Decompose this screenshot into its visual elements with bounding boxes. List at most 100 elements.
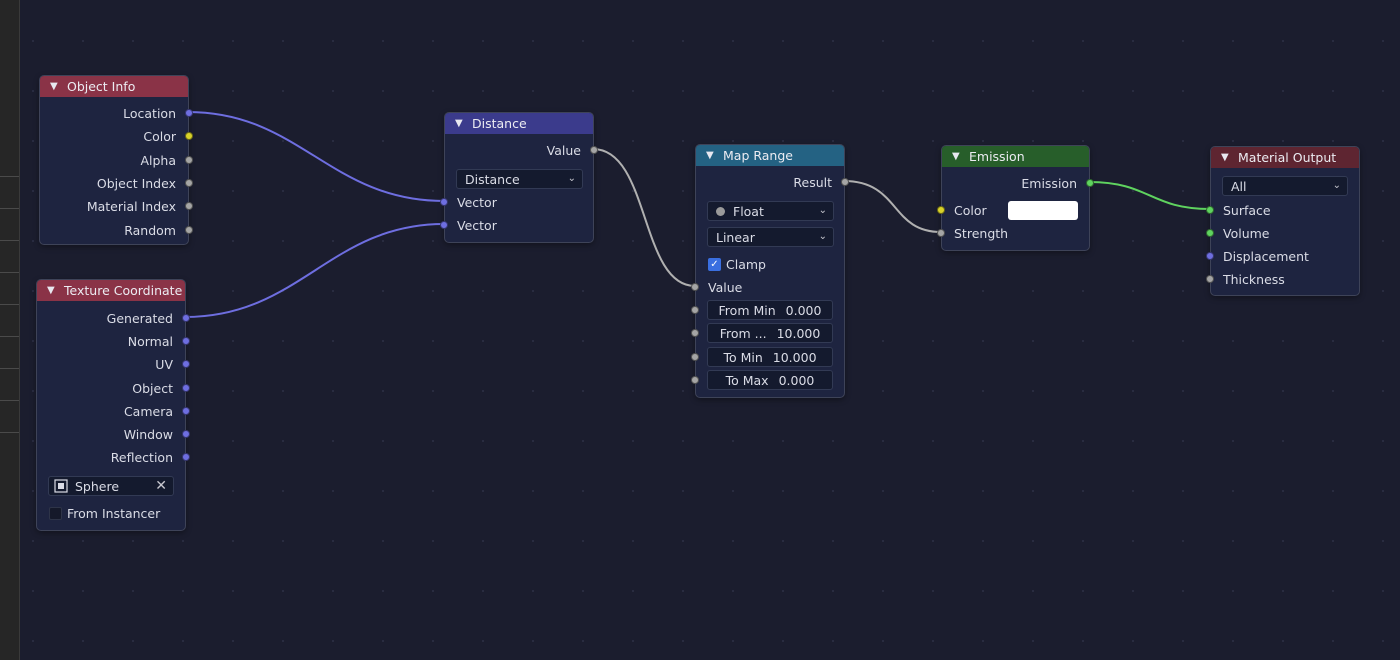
uv-socket[interactable] <box>182 360 190 368</box>
distance-node[interactable]: ▼ Distance Value Distance ⌄ Vector Vecto… <box>440 112 598 243</box>
chevron-down-icon: ⌄ <box>818 231 827 242</box>
from-max-socket[interactable] <box>691 329 699 337</box>
camera-socket[interactable] <box>182 407 190 415</box>
object-field-value: Sphere <box>75 478 120 494</box>
window-socket[interactable] <box>182 430 190 438</box>
socket-row-color: Color <box>40 126 193 146</box>
object-info-header[interactable]: ▼ Object Info <box>40 76 188 97</box>
chevron-down-icon[interactable]: ▼ <box>455 118 467 129</box>
emission-node[interactable]: ▼ Emission Emission Color Strength <box>937 145 1094 251</box>
generated-socket[interactable] <box>182 314 190 322</box>
check-icon[interactable]: ✓ <box>708 257 721 271</box>
socket-row-displacement: Displacement <box>1206 246 1359 266</box>
object-cube-icon <box>54 479 68 493</box>
reflection-socket[interactable] <box>182 453 190 461</box>
chevron-down-icon: ⌄ <box>1332 180 1341 191</box>
chevron-down-icon[interactable]: ▼ <box>47 285 59 296</box>
vector-b-socket[interactable] <box>440 221 448 229</box>
operation-dropdown[interactable]: Distance ⌄ <box>456 169 583 189</box>
strength-socket[interactable] <box>937 229 945 237</box>
socket-row-vector-b: Vector <box>440 215 593 235</box>
location-socket[interactable] <box>185 109 193 117</box>
socket-row-camera: Camera <box>37 401 190 421</box>
socket-row-uv: UV <box>37 354 190 374</box>
clamp-row[interactable]: ✓ Clamp <box>696 254 844 274</box>
socket-row-emission: Emission <box>942 173 1094 193</box>
socket-row-window: Window <box>37 424 190 444</box>
socket-row-normal: Normal <box>37 331 190 351</box>
texture-coordinate-node[interactable]: ▼ Texture Coordinate Generated Normal UV… <box>36 279 190 531</box>
link-emission-to-surface <box>1088 181 1211 210</box>
socket-row-generated: Generated <box>37 308 190 328</box>
socket-row-to-max: To Max 0.000 <box>691 370 844 390</box>
socket-row-volume: Volume <box>1206 223 1359 243</box>
chevron-down-icon[interactable]: ▼ <box>952 151 964 162</box>
target-dropdown[interactable]: All ⌄ <box>1222 176 1348 196</box>
value-socket[interactable] <box>590 146 598 154</box>
volume-socket[interactable] <box>1206 229 1214 237</box>
socket-row-value: Value <box>445 140 598 160</box>
material-output-node[interactable]: ▼ Material Output All ⌄ Surface Volume D… <box>1206 146 1360 296</box>
from-max-field[interactable]: From ... 10.000 <box>707 323 833 343</box>
chevron-down-icon: ⌄ <box>818 205 827 216</box>
from-instancer-checkbox[interactable] <box>49 506 62 520</box>
material-index-socket[interactable] <box>185 202 193 210</box>
color-socket[interactable] <box>185 132 193 140</box>
socket-row-result: Result <box>696 172 849 192</box>
chevron-down-icon: ⌄ <box>567 173 576 184</box>
to-min-socket[interactable] <box>691 353 699 361</box>
map-range-header[interactable]: ▼ Map Range <box>696 145 844 166</box>
material-output-header[interactable]: ▼ Material Output <box>1211 147 1359 168</box>
socket-row-surface: Surface <box>1206 200 1359 220</box>
socket-row-from-min: From Min 0.000 <box>691 300 844 320</box>
emission-output-socket[interactable] <box>1086 179 1094 187</box>
link-value-to-value <box>592 148 696 287</box>
socket-row-thickness: Thickness <box>1206 269 1359 289</box>
random-socket[interactable] <box>185 226 193 234</box>
map-range-node[interactable]: ▼ Map Range Result Float ⌄ Linear ⌄ ✓ Cl… <box>691 144 849 398</box>
from-min-socket[interactable] <box>691 306 699 314</box>
from-min-field[interactable]: From Min 0.000 <box>707 300 833 320</box>
close-icon[interactable]: ✕ <box>155 478 167 494</box>
result-socket[interactable] <box>841 178 849 186</box>
emission-header[interactable]: ▼ Emission <box>942 146 1089 167</box>
socket-row-material-index: Material Index <box>40 196 193 216</box>
texture-coordinate-header[interactable]: ▼ Texture Coordinate <box>37 280 185 301</box>
color-input-socket[interactable] <box>937 206 945 214</box>
socket-row-random: Random <box>40 220 193 240</box>
surface-socket[interactable] <box>1206 206 1214 214</box>
socket-row-from-max: From ... 10.000 <box>691 323 844 343</box>
value-input-socket[interactable] <box>691 283 699 291</box>
displacement-socket[interactable] <box>1206 252 1214 260</box>
distance-header[interactable]: ▼ Distance <box>445 113 593 134</box>
chevron-down-icon[interactable]: ▼ <box>706 150 718 161</box>
to-max-field[interactable]: To Max 0.000 <box>707 370 833 390</box>
node-title: Texture Coordinate <box>64 283 183 298</box>
color-swatch[interactable] <box>1008 201 1078 220</box>
object-field[interactable]: Sphere ✕ <box>48 476 174 496</box>
socket-row-object: Object <box>37 378 190 398</box>
socket-row-value: Value <box>691 277 844 297</box>
object-info-node[interactable]: ▼ Object Info Location Color Alpha Objec… <box>39 75 193 245</box>
object-socket[interactable] <box>182 384 190 392</box>
alpha-socket[interactable] <box>185 156 193 164</box>
to-min-field[interactable]: To Min 10.000 <box>707 347 833 367</box>
thickness-socket[interactable] <box>1206 275 1214 283</box>
data-type-dropdown[interactable]: Float ⌄ <box>707 201 834 221</box>
from-instancer-row[interactable]: From Instancer <box>37 503 185 523</box>
chevron-down-icon[interactable]: ▼ <box>1221 152 1233 163</box>
socket-row-location: Location <box>40 103 193 123</box>
interpolation-dropdown[interactable]: Linear ⌄ <box>707 227 834 247</box>
float-type-icon <box>716 206 725 216</box>
object-index-socket[interactable] <box>185 179 193 187</box>
to-max-socket[interactable] <box>691 376 699 384</box>
link-location-to-vector <box>187 111 445 202</box>
node-title: Material Output <box>1238 150 1337 165</box>
vector-a-socket[interactable] <box>440 198 448 206</box>
node-title: Emission <box>969 149 1025 164</box>
node-title: Distance <box>472 116 527 131</box>
normal-socket[interactable] <box>182 337 190 345</box>
node-title: Object Info <box>67 79 136 94</box>
node-title: Map Range <box>723 148 793 163</box>
chevron-down-icon[interactable]: ▼ <box>50 81 62 92</box>
